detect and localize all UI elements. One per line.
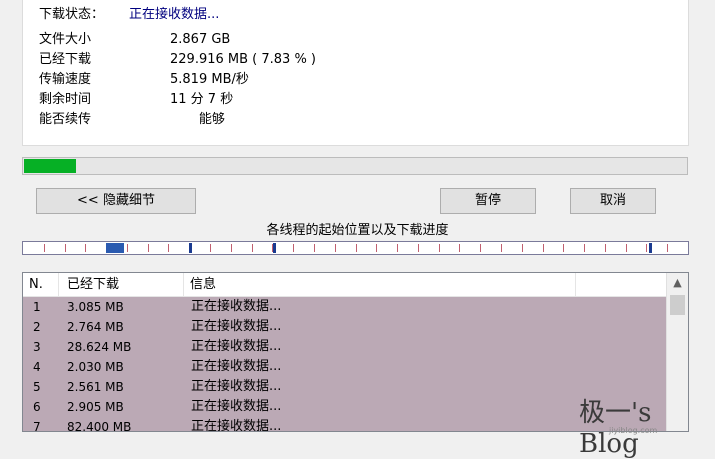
row-number: 4 (33, 360, 41, 374)
row-downloaded: 28.624 MB (67, 340, 132, 354)
download-status: 下载状态： 正在接收数据... (39, 3, 219, 22)
detail-value: 11 分 7 秒 (170, 92, 234, 107)
row-number: 7 (33, 420, 41, 432)
table-row[interactable]: 2 2.764 MB 正在接收数据... (23, 317, 666, 337)
detail-key: 文件大小 (39, 32, 92, 47)
thread-divider (522, 244, 523, 252)
thread-divider (397, 244, 398, 252)
watermark-subtext: jiyiblog.com (609, 426, 658, 435)
thread-divider (418, 244, 419, 252)
row-number: 3 (33, 340, 41, 354)
column-header-downloaded[interactable]: 已经下载 (59, 273, 184, 296)
thread-divider (501, 244, 502, 252)
detail-value: 2.867 GB (170, 32, 231, 47)
detail-resumable: 能否续传 能够 (39, 108, 225, 127)
row-downloaded: 2.561 MB (67, 380, 124, 394)
list-rows: 1 3.085 MB 正在接收数据... 2 2.764 MB 正在接收数据... 3 28.… (23, 297, 666, 432)
hide-details-button[interactable]: << 隐藏细节 (36, 188, 196, 214)
row-downloaded: 2.764 MB (67, 320, 124, 334)
row-info: 正在接收数据... (191, 299, 282, 314)
row-info: 正在接收数据... (191, 319, 282, 334)
column-header-n[interactable]: N. (23, 273, 59, 296)
thread-divider (85, 244, 86, 252)
row-info: 正在接收数据... (191, 419, 282, 432)
detail-value: 5.819 MB/秒 (170, 72, 249, 87)
thread-divider (584, 244, 585, 252)
table-row[interactable]: 7 82.400 MB 正在接收数据... (23, 417, 666, 432)
table-row[interactable]: 3 28.624 MB 正在接收数据... (23, 337, 666, 357)
row-info: 正在接收数据... (191, 399, 282, 414)
detail-file-size: 文件大小 2.867 GB (39, 28, 230, 47)
thread-divider (127, 244, 128, 252)
row-number: 1 (33, 300, 41, 314)
thread-divider (543, 244, 544, 252)
row-info: 正在接收数据... (191, 359, 282, 374)
progress-fill (24, 159, 76, 173)
row-info: 正在接收数据... (191, 339, 282, 354)
row-downloaded: 3.085 MB (67, 300, 124, 314)
thread-divider (210, 244, 211, 252)
thread-divider (356, 244, 357, 252)
thread-divider (335, 244, 336, 252)
thread-divider (231, 244, 232, 252)
thread-divider (646, 244, 647, 252)
table-row[interactable]: 1 3.085 MB 正在接收数据... (23, 297, 666, 317)
row-downloaded: 2.030 MB (67, 360, 124, 374)
row-info: 正在接收数据... (191, 379, 282, 394)
download-progress-bar (22, 157, 688, 175)
thread-divider (293, 244, 294, 252)
detail-key: 剩余时间 (39, 92, 92, 107)
pause-button[interactable]: 暂停 (440, 188, 536, 214)
thread-progress-block (106, 243, 124, 253)
thread-divider (148, 244, 149, 252)
row-downloaded: 82.400 MB (67, 420, 132, 432)
thread-progress-marker (189, 243, 192, 253)
scroll-up-icon[interactable]: ▲ (667, 273, 688, 293)
row-number: 2 (33, 320, 41, 334)
thread-divider (626, 244, 627, 252)
detail-remaining-time: 剩余时间 11 分 7 秒 (39, 88, 233, 107)
thread-divider (563, 244, 564, 252)
detail-key: 能否续传 (39, 112, 92, 127)
detail-speed: 传输速度 5.819 MB/秒 (39, 68, 249, 87)
detail-key: 传输速度 (39, 72, 92, 87)
row-number: 6 (33, 400, 41, 414)
table-row[interactable]: 6 2.905 MB 正在接收数据... (23, 397, 666, 417)
threads-title: 各线程的起始位置以及下载进度 (266, 223, 449, 238)
thread-divider (459, 244, 460, 252)
detail-value: 能够 (170, 112, 225, 127)
thread-divider (314, 244, 315, 252)
table-row[interactable]: 4 2.030 MB 正在接收数据... (23, 357, 666, 377)
thread-divider (439, 244, 440, 252)
table-row[interactable]: 5 2.561 MB 正在接收数据... (23, 377, 666, 397)
thread-divider (44, 244, 45, 252)
thread-divider (605, 244, 606, 252)
row-number: 5 (33, 380, 41, 394)
thread-progress-marker (273, 243, 276, 253)
thread-divider (376, 244, 377, 252)
detail-value: 229.916 MB ( 7.83 % ) (170, 52, 316, 67)
column-header-info[interactable]: 信息 (184, 273, 576, 296)
thread-progress-map (22, 241, 689, 255)
status-label: 下载状态： (39, 7, 105, 22)
thread-divider (252, 244, 253, 252)
thread-divider (667, 244, 668, 252)
thread-progress-marker (649, 243, 652, 253)
cancel-button[interactable]: 取消 (570, 188, 656, 214)
thread-divider (65, 244, 66, 252)
detail-downloaded: 已经下载 229.916 MB ( 7.83 % ) (39, 48, 316, 67)
thread-divider (480, 244, 481, 252)
detail-key: 已经下载 (39, 52, 92, 67)
download-info-panel: 下载状态： 正在接收数据... 文件大小 2.867 GB 已经下载 229.916 … (22, 0, 689, 146)
list-header: N. 已经下载 信息 (23, 273, 666, 297)
status-value: 正在接收数据... (129, 7, 220, 22)
thread-divider (168, 244, 169, 252)
scroll-thumb[interactable] (670, 295, 685, 315)
row-downloaded: 2.905 MB (67, 400, 124, 414)
